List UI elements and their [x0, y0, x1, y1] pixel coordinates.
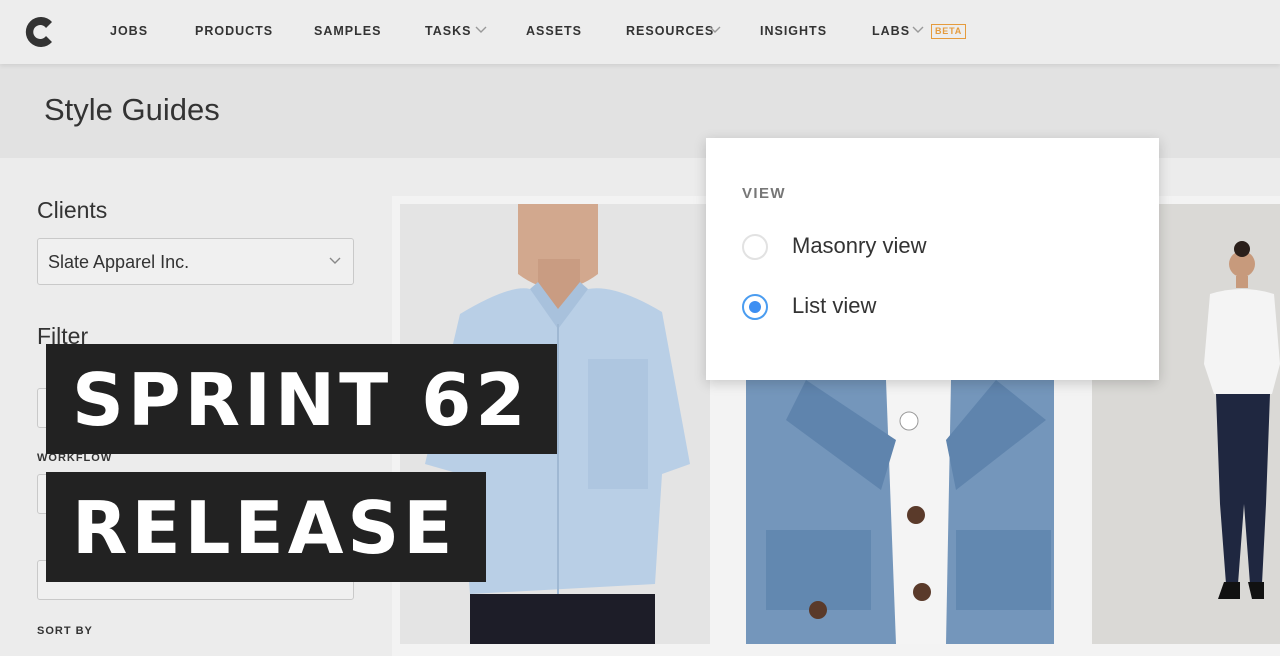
nav-tasks[interactable]: TASKS [425, 24, 471, 38]
page-title: Style Guides [44, 92, 220, 127]
nav-insights[interactable]: INSIGHTS [760, 24, 827, 38]
nav-assets[interactable]: ASSETS [526, 24, 582, 38]
release-banner-line2: RELEASE [46, 472, 486, 582]
radio-label-masonry[interactable]: Masonry view [792, 233, 926, 259]
view-heading: VIEW [742, 185, 786, 202]
nav-products[interactable]: PRODUCTS [195, 24, 273, 38]
client-select-value: Slate Apparel Inc. [48, 252, 190, 272]
client-select[interactable]: Slate Apparel Inc. [37, 238, 354, 285]
nav-samples[interactable]: SAMPLES [314, 24, 381, 38]
radio-checked-icon[interactable] [742, 294, 768, 320]
product-photo-denim[interactable] [746, 380, 1054, 644]
nav-jobs[interactable]: JOBS [110, 24, 148, 38]
view-options-popup: VIEW Masonry view List view [706, 138, 1159, 380]
denim-image [746, 380, 1054, 644]
clients-heading: Clients [37, 197, 108, 223]
logo-icon[interactable] [22, 13, 60, 51]
radio-label-list[interactable]: List view [792, 293, 876, 319]
chevron-down-icon [329, 257, 341, 264]
chevron-down-icon[interactable] [475, 26, 487, 34]
chevron-down-icon[interactable] [912, 26, 924, 34]
top-nav: JOBS PRODUCTS SAMPLES TASKS ASSETS RESOU… [0, 0, 1280, 64]
beta-badge: BETA [931, 24, 967, 39]
banner-text-line1: SPRINT 62 [72, 358, 530, 442]
nav-resources[interactable]: RESOURCES [626, 24, 714, 38]
banner-text-line2: RELEASE [72, 486, 457, 570]
nav-labs[interactable]: LABS [872, 24, 910, 38]
release-banner-line1: SPRINT 62 [46, 344, 557, 454]
chevron-down-icon[interactable] [709, 26, 721, 34]
sort-by-label: SORT BY [37, 625, 93, 637]
radio-unchecked-icon[interactable] [742, 234, 768, 260]
